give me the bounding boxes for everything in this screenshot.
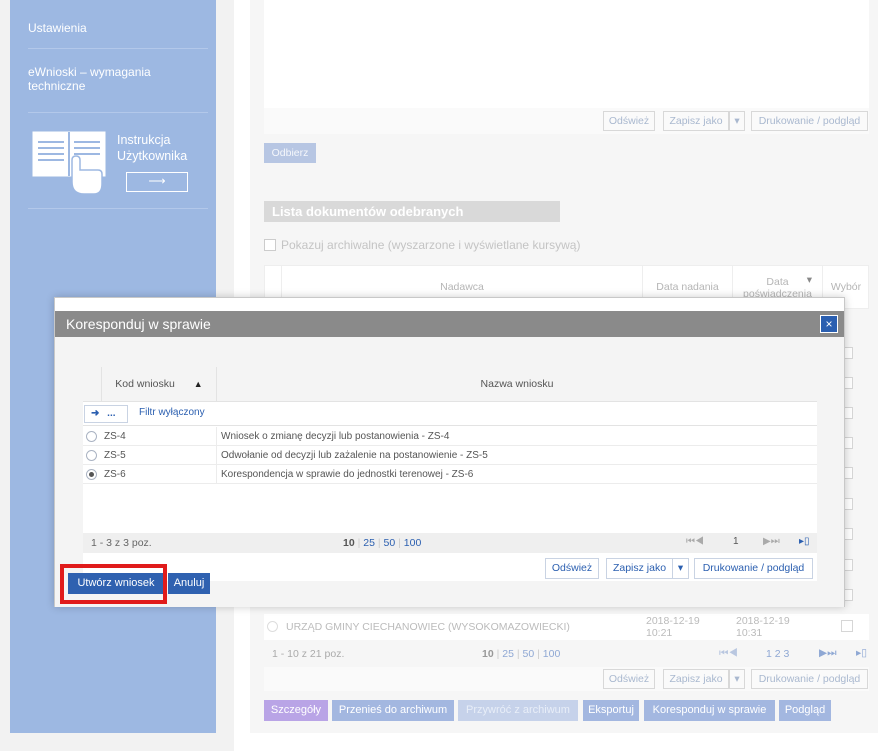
next-last-page-icon[interactable]: ▶⏭: [763, 536, 780, 547]
page-size-selector: 10 | 25 | 50 | 100: [343, 537, 422, 549]
filter-status: Filtr wyłączony: [139, 407, 205, 418]
show-archived-label: Pokazuj archiwalne (wyszarzone i wyświet…: [281, 238, 581, 252]
sidebar-divider: [28, 48, 208, 49]
row-radio[interactable]: [86, 450, 97, 461]
pager-count: 1 - 3 z 3 poz.: [91, 537, 152, 549]
table-row[interactable]: ZS-6 Korespondencja w sprawie do jednost…: [83, 465, 817, 484]
user-manual-link[interactable]: Instrukcja Użytkownika ⟶: [32, 130, 192, 198]
sidebar-divider: [28, 112, 208, 113]
page-size-50[interactable]: 50: [523, 648, 535, 660]
table-row[interactable]: URZĄD GMINY CIECHANOWIEC (WYSOKOMAZOWIEC…: [264, 614, 869, 640]
dialog-print-button[interactable]: Drukowanie / podgląd: [694, 558, 813, 579]
cancel-button[interactable]: Anuluj: [168, 573, 210, 594]
table-row[interactable]: ZS-5 Odwołanie od decyzji lub zażalenie …: [83, 446, 817, 465]
dialog-save-as-button[interactable]: Zapisz jako: [606, 558, 673, 579]
sidebar-divider: [28, 208, 208, 209]
export-button[interactable]: Eksportuj: [583, 700, 639, 721]
sort-desc-icon: ▾: [806, 274, 812, 286]
arrow-right-icon[interactable]: ⟶: [126, 172, 188, 192]
preview-button[interactable]: Podgląd: [779, 700, 831, 721]
receive-button[interactable]: Odbierz: [264, 143, 316, 163]
page-size-selector: 10 | 25 | 50 | 100: [482, 648, 561, 660]
row-code: ZS-6: [104, 469, 126, 480]
top-print-button[interactable]: Drukowanie / podgląd: [751, 111, 868, 131]
top-refresh-button[interactable]: Odśwież: [603, 111, 655, 131]
grid-header: Kod wniosku ▲ Nazwa wniosku: [83, 367, 817, 402]
checkbox-icon[interactable]: [264, 239, 276, 251]
dialog-pager: 1 - 3 z 3 poz. 10 | 25 | 50 | 100 ⏮◀ 1 ▶…: [83, 533, 817, 553]
row-checkbox[interactable]: [841, 620, 853, 632]
row-code: ZS-5: [104, 450, 126, 461]
page-size-100[interactable]: 100: [404, 537, 422, 549]
filter-arrow-icon: ➜: [91, 408, 99, 419]
column-divider: [216, 465, 217, 484]
column-code[interactable]: Kod wniosku ▲: [101, 367, 216, 402]
current-page: 1: [733, 536, 739, 547]
top-save-as-button[interactable]: Zapisz jako: [663, 111, 729, 131]
highlight-frame: [60, 564, 167, 604]
dialog-title: Koresponduj w sprawie: [55, 311, 844, 337]
correspond-dialog: Koresponduj w sprawie × Kod wniosku ▲ Na…: [54, 297, 845, 607]
row-radio-selected[interactable]: [86, 469, 97, 480]
dialog-refresh-button[interactable]: Odśwież: [545, 558, 599, 579]
row-sender: URZĄD GMINY CIECHANOWIEC (WYSOKOMAZOWIEC…: [286, 621, 570, 633]
received-pager: 1 - 10 z 21 poz. 10 | 25 | 50 | 100 ⏮◀ 1…: [264, 644, 869, 664]
show-archived-checkbox[interactable]: Pokazuj archiwalne (wyszarzone i wyświet…: [264, 238, 580, 252]
page-size-10[interactable]: 10: [343, 537, 355, 549]
end-page-icon[interactable]: ▸▯: [856, 647, 867, 659]
column-divider: [216, 427, 217, 446]
details-button[interactable]: Szczegóły: [264, 700, 328, 721]
column-divider: [216, 446, 217, 465]
row-name: Korespondencja w sprawie do jednostki te…: [221, 469, 474, 480]
row-code: ZS-4: [104, 431, 126, 442]
top-grid-area: [264, 0, 869, 108]
row-name: Wniosek o zmianę decyzji lub postanowien…: [221, 431, 450, 442]
last-page-icon[interactable]: ▶⏭: [819, 647, 837, 660]
manual-title: Instrukcja Użytkownika: [117, 133, 188, 163]
close-icon[interactable]: ×: [820, 315, 838, 333]
end-page-icon[interactable]: ▸▯: [799, 536, 810, 547]
page-size-25[interactable]: 25: [363, 537, 375, 549]
chevron-down-icon[interactable]: ▾: [672, 558, 689, 579]
received-save-as-button[interactable]: Zapisz jako: [663, 669, 729, 689]
table-row[interactable]: ZS-4 Wniosek o zmianę decyzji lub postan…: [83, 427, 817, 446]
correspond-button[interactable]: Koresponduj w sprawie: [644, 700, 775, 721]
page-size-10[interactable]: 10: [482, 648, 494, 660]
row-send-date: 2018-12-19 10:21: [646, 615, 700, 639]
received-print-button[interactable]: Drukowanie / podgląd: [751, 669, 868, 689]
filter-row: ➜ ... Filtr wyłączony: [83, 402, 817, 426]
restore-button[interactable]: Przywróć z archiwum: [458, 700, 578, 721]
sidebar-item-requirements[interactable]: eWnioski – wymagania techniczne: [28, 65, 178, 93]
dialog-body: Kod wniosku ▲ Nazwa wniosku ➜ ... Filtr …: [55, 337, 844, 607]
row-name: Odwołanie od decyzji lub zażalenie na po…: [221, 450, 488, 461]
row-radio[interactable]: [267, 621, 278, 632]
pager-count: 1 - 10 z 21 poz.: [272, 648, 345, 660]
first-page-icon[interactable]: ⏮◀: [686, 536, 704, 547]
received-list-title: Lista dokumentów odebranych: [264, 201, 560, 222]
row-cert-date: 2018-12-19 10:31: [736, 615, 790, 639]
page-size-100[interactable]: 100: [543, 648, 561, 660]
archive-button[interactable]: Przenieś do archiwum: [332, 700, 454, 721]
column-name[interactable]: Nazwa wniosku: [216, 367, 817, 402]
application-grid: Kod wniosku ▲ Nazwa wniosku ➜ ... Filtr …: [83, 367, 817, 553]
sidebar-item-settings[interactable]: Ustawienia: [28, 21, 87, 35]
chevron-down-icon[interactable]: ▾: [729, 669, 745, 689]
page-size-25[interactable]: 25: [502, 648, 514, 660]
page-size-50[interactable]: 50: [384, 537, 396, 549]
page-numbers[interactable]: 1 2 3: [766, 648, 789, 660]
sort-asc-icon: ▲: [193, 379, 203, 389]
chevron-down-icon[interactable]: ▾: [729, 111, 745, 131]
book-hand-icon: [32, 131, 106, 195]
received-refresh-button[interactable]: Odśwież: [603, 669, 655, 689]
row-radio[interactable]: [86, 431, 97, 442]
first-page-icon[interactable]: ⏮◀: [719, 647, 738, 660]
filter-button[interactable]: ➜ ...: [84, 405, 128, 423]
